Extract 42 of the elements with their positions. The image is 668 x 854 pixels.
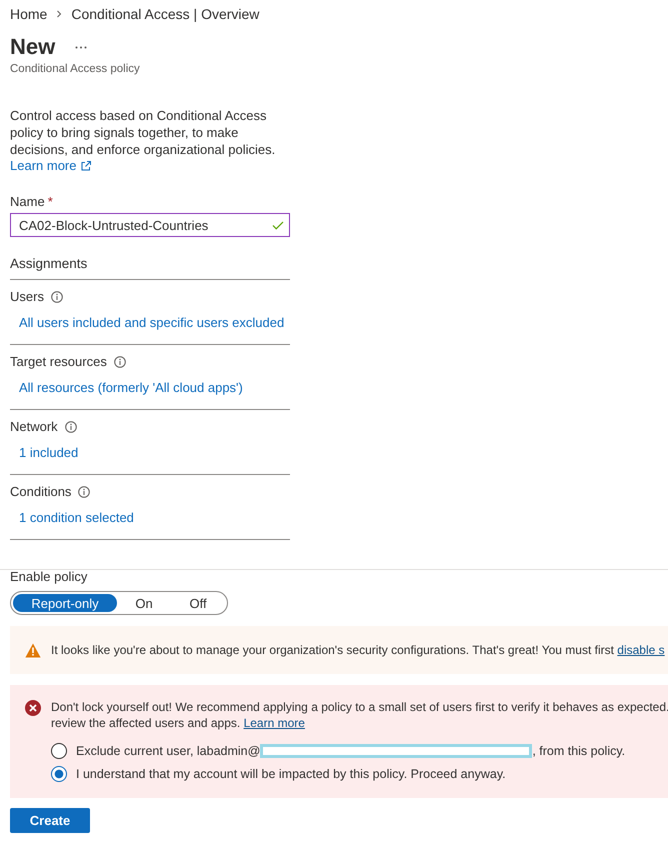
required-mark: *: [48, 194, 53, 209]
page-title: New: [10, 34, 56, 60]
info-icon: [64, 420, 77, 432]
field-label: Name: [10, 194, 45, 209]
section-link[interactable]: All resources (formerly 'All cloud apps'): [19, 380, 243, 395]
radio-button[interactable]: [51, 766, 67, 782]
description: Control access based on Conditional Access policy to bring signals together, to make decisions, and enforce organizational policies.: [10, 107, 276, 158]
segment-option[interactable]: On: [116, 594, 172, 612]
banner-text: Don't lock yourself out! We recommend applying a policy to a small set of users first to verify it behaves as expected.: [51, 700, 668, 714]
section-label: Target resources: [10, 354, 107, 369]
section-link[interactable]: All users included and specific users excluded: [19, 315, 284, 330]
field-label: Enable policy: [10, 570, 88, 584]
option-label: , from this policy.: [532, 744, 626, 758]
section-heading: Assignments: [10, 256, 290, 280]
banner-text: It looks like you're about to manage your organization's security configurations. That's great! You must first: [51, 643, 615, 657]
more-icon[interactable]: [75, 46, 88, 48]
section-label: Users: [10, 289, 44, 304]
banner-text: review the affected users and apps.: [51, 716, 242, 730]
info-icon: [50, 290, 63, 302]
breadcrumb-link[interactable]: Conditional Access | Overview: [71, 6, 260, 22]
info-icon: [78, 486, 90, 498]
option-label: Exclude current user, labadmin@: [76, 744, 260, 758]
section-label: Conditions: [10, 484, 72, 499]
section-link[interactable]: 1 included: [19, 445, 78, 460]
page-subtitle: Conditional Access policy: [10, 63, 141, 75]
section-label: Network: [10, 419, 58, 434]
link[interactable]: Learn more: [244, 716, 305, 730]
segment-option[interactable]: Off: [171, 594, 225, 612]
error-icon: [25, 700, 41, 716]
name-field[interactable]: CA02-Block-Untrusted-Countries: [10, 213, 290, 237]
learn-more-link[interactable]: Learn more: [10, 158, 76, 173]
info-icon: [114, 356, 126, 368]
warning-icon: [25, 643, 41, 658]
link[interactable]: disable s: [617, 643, 665, 657]
option-label: I understand that my account will be impacted by this policy. Proceed anyway.: [76, 767, 506, 781]
chevron-icon: [56, 10, 62, 18]
create-button[interactable]: Create: [10, 808, 90, 833]
segment-option[interactable]: Report-only: [13, 594, 117, 612]
section-link[interactable]: 1 condition selected: [19, 510, 134, 525]
radio-button[interactable]: [51, 743, 67, 759]
breadcrumb-link[interactable]: Home: [10, 6, 48, 22]
external-link-icon: [81, 160, 92, 170]
